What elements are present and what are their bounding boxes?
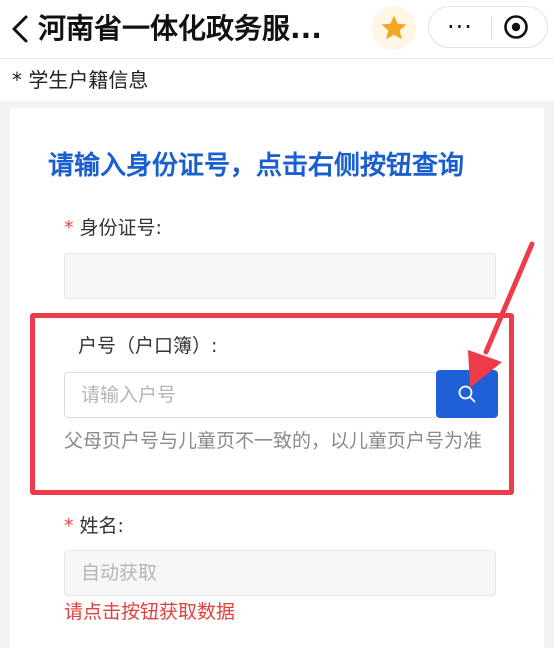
- more-icon[interactable]: ···: [447, 7, 473, 47]
- required-mark: *: [64, 217, 74, 239]
- name-placeholder: 自动获取: [81, 562, 158, 584]
- annotation-arrow: [468, 241, 535, 388]
- menu-capsule: ···: [428, 6, 548, 48]
- required-mark: *: [64, 515, 74, 537]
- name-input[interactable]: 自动获取: [64, 550, 496, 596]
- form-heading: 请输入身份证号，点击右侧按钮查询: [48, 151, 465, 181]
- back-chevron-icon[interactable]: [6, 14, 36, 44]
- id-number-label: * 身份证号:: [64, 214, 162, 242]
- section-title: * 学生户籍信息: [12, 68, 149, 92]
- error-message: 请点击按钮获取数据: [64, 601, 236, 623]
- star-icon: [381, 15, 407, 40]
- favorite-button[interactable]: [372, 6, 416, 50]
- section-header: * 学生户籍信息: [0, 58, 554, 101]
- name-label: * 姓名:: [64, 512, 124, 540]
- name-label-text: 姓名:: [79, 515, 124, 537]
- target-icon[interactable]: [503, 14, 529, 40]
- capsule-divider: [491, 17, 492, 39]
- annotation-highlight-box: [30, 313, 514, 495]
- id-number-input[interactable]: [64, 253, 496, 299]
- top-nav-bar: 河南省一体化政务服... ···: [0, 0, 554, 58]
- page-title: 河南省一体化政务服...: [38, 12, 322, 45]
- id-number-label-text: 身份证号:: [79, 217, 162, 239]
